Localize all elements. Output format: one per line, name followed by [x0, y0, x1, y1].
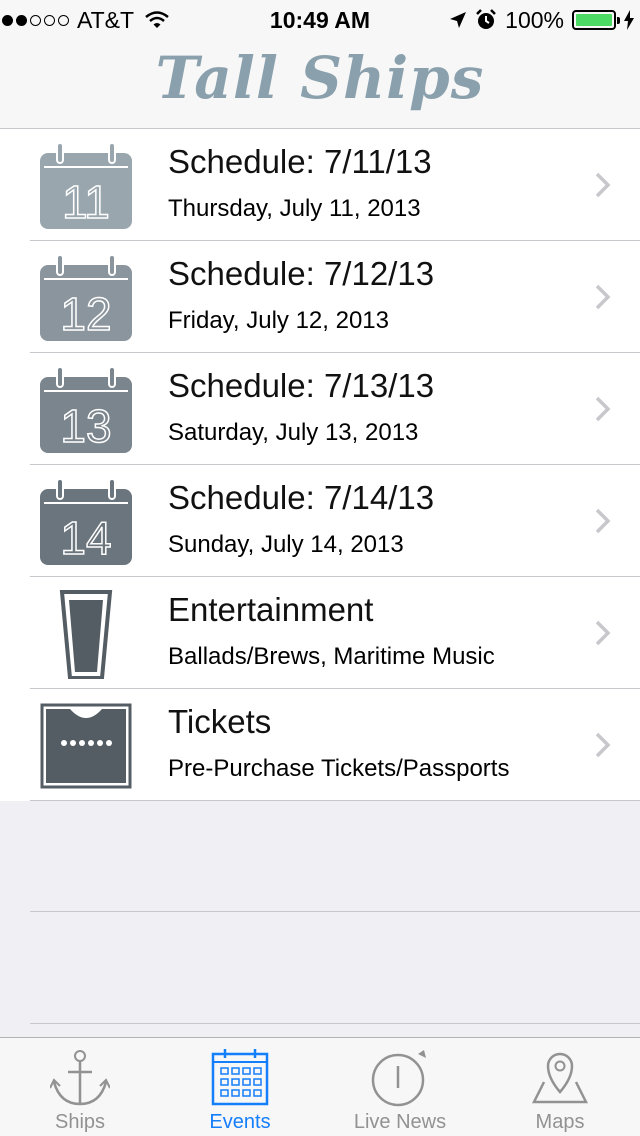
row-title: Schedule: 7/13/13 — [168, 367, 435, 404]
anchor-icon — [50, 1050, 110, 1106]
calendar-day: 12 — [60, 288, 111, 340]
row-subtitle: Ballads/Brews, Maritime Music — [168, 643, 495, 670]
page-title: Tall Ships — [155, 44, 485, 112]
list-item-entertainment[interactable]: Entertainment Ballads/Brews, Maritime Mu… — [0, 577, 640, 689]
row-title: Schedule: 7/11/13 — [168, 143, 432, 180]
tab-live-news[interactable]: Live News — [320, 1038, 480, 1136]
list-item-tickets[interactable]: Tickets Pre-Purchase Tickets/Passports — [0, 689, 640, 801]
row-title: Entertainment — [168, 591, 374, 628]
calendar-icon: 11 — [40, 143, 132, 229]
pint-glass-icon — [59, 590, 113, 679]
chevron-right-icon — [595, 396, 611, 422]
tab-maps[interactable]: Maps — [480, 1038, 640, 1136]
chevron-right-icon — [595, 508, 611, 534]
chevron-right-icon — [595, 284, 611, 310]
row-title: Schedule: 7/14/13 — [168, 479, 435, 516]
tab-label: Live News — [353, 1111, 447, 1133]
charging-bolt-icon — [624, 10, 634, 30]
divider — [30, 1023, 640, 1024]
tab-label: Maps — [535, 1111, 585, 1133]
chevron-right-icon — [595, 620, 611, 646]
chevron-right-icon — [595, 172, 611, 198]
calendar-day: 14 — [60, 512, 111, 564]
list-item-schedule-7-14[interactable]: 14 Schedule: 7/14/13 Sunday, July 14, 20… — [0, 465, 640, 577]
row-title: Tickets — [168, 703, 272, 740]
battery-icon — [572, 10, 620, 30]
list-item-schedule-7-13[interactable]: 13 Schedule: 7/13/13 Saturday, July 13, … — [0, 353, 640, 465]
tab-label: Events — [209, 1111, 271, 1133]
chevron-right-icon — [595, 732, 611, 758]
stopwatch-icon — [371, 1050, 426, 1107]
calendar-day: 13 — [60, 400, 111, 452]
location-arrow-icon — [450, 12, 467, 28]
tab-label: Ships — [54, 1111, 106, 1133]
events-list: 11 Schedule: 7/11/13 Thursday, July 11, … — [0, 129, 640, 801]
divider — [30, 911, 640, 912]
calendar-icon: 13 — [40, 367, 132, 453]
calendar-day: 11 — [62, 176, 110, 228]
row-title: Schedule: 7/12/13 — [168, 255, 435, 292]
battery-percent: 100% — [505, 7, 564, 33]
list-item-schedule-7-11[interactable]: 11 Schedule: 7/11/13 Thursday, July 11, … — [0, 129, 640, 241]
calendar-grid-icon — [211, 1049, 269, 1106]
row-subtitle: Thursday, July 11, 2013 — [168, 195, 421, 222]
alarm-clock-icon — [476, 9, 497, 29]
ticket-icon — [40, 703, 132, 789]
row-subtitle: Sunday, July 14, 2013 — [168, 531, 404, 558]
row-subtitle: Saturday, July 13, 2013 — [168, 419, 419, 446]
map-pin-icon — [531, 1052, 589, 1104]
calendar-icon: 12 — [40, 255, 132, 341]
row-subtitle: Pre-Purchase Tickets/Passports — [168, 755, 510, 782]
tab-bar: Ships Events Live News Maps — [0, 1037, 640, 1136]
row-subtitle: Friday, July 12, 2013 — [168, 307, 390, 334]
header: AT&T 10:49 AM 100% Tall Ships — [0, 0, 640, 129]
list-item-schedule-7-12[interactable]: 12 Schedule: 7/12/13 Friday, July 12, 20… — [0, 241, 640, 353]
tab-ships[interactable]: Ships — [0, 1038, 160, 1136]
status-bar: AT&T 10:49 AM 100% — [0, 0, 640, 40]
tab-events[interactable]: Events — [160, 1038, 320, 1136]
calendar-icon: 14 — [40, 479, 132, 565]
